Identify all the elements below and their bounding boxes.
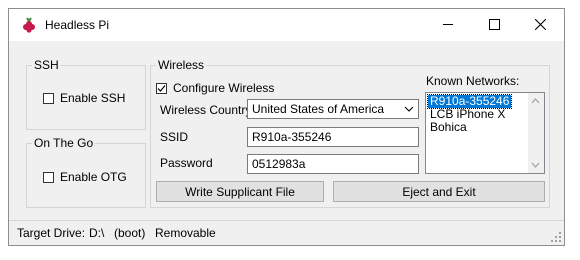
checkbox-box[interactable]	[43, 171, 54, 183]
eject-and-exit-button[interactable]: Eject and Exit	[333, 181, 545, 202]
raspberry-pi-icon	[23, 17, 35, 33]
checkmark-icon	[157, 84, 166, 92]
password-label: Password	[160, 156, 213, 170]
list-scrollbar[interactable]	[528, 93, 544, 173]
ssh-legend: SSH	[32, 58, 61, 72]
ssid-field[interactable]: R910a-355246	[247, 127, 419, 147]
configure-wireless-checkbox[interactable]: Configure Wireless	[156, 81, 274, 95]
enable-otg-checkbox[interactable]: Enable OTG	[43, 170, 127, 184]
target-drive-volume: (boot)	[114, 226, 146, 240]
wireless-country-label: Wireless Country	[160, 103, 252, 117]
wireless-group: Wireless Configure Wireless Wireless Cou…	[150, 58, 550, 208]
main-window: Headless Pi SSH Enable SSH On The Go Ena…	[8, 8, 565, 246]
wireless-country-value: United States of America	[252, 102, 385, 116]
known-networks-list[interactable]: R910a-355246 LCB iPhone X Bohica	[425, 92, 545, 174]
scroll-down-icon[interactable]	[531, 162, 540, 169]
known-networks-label: Known Networks:	[426, 74, 520, 88]
password-value: 0512983a	[252, 157, 306, 171]
write-supplicant-button[interactable]: Write Supplicant File	[156, 181, 324, 202]
target-drive-type: Removable	[155, 226, 216, 240]
target-drive-label: Target Drive:	[17, 226, 86, 240]
resize-grip-icon[interactable]	[551, 232, 561, 242]
status-bar: Target Drive: D:\ (boot) Removable	[9, 220, 564, 245]
minimize-icon	[443, 24, 453, 25]
close-icon	[534, 19, 546, 30]
title-bar: Headless Pi	[9, 9, 564, 41]
minimize-button[interactable]	[425, 9, 471, 40]
ssid-label: SSID	[160, 130, 189, 144]
window-title: Headless Pi	[45, 18, 110, 32]
ssh-group: SSH Enable SSH	[26, 58, 146, 130]
checkbox-box[interactable]	[156, 82, 167, 94]
configure-wireless-label: Configure Wireless	[173, 81, 275, 95]
checkbox-box[interactable]	[43, 92, 54, 104]
wireless-country-select[interactable]: United States of America	[247, 99, 419, 119]
maximize-button[interactable]	[471, 9, 517, 40]
otg-group: On The Go Enable OTG	[26, 136, 146, 208]
chevron-down-icon	[404, 106, 414, 112]
ssid-value: R910a-355246	[252, 130, 332, 144]
enable-ssh-checkbox[interactable]: Enable SSH	[43, 91, 125, 105]
known-network-item[interactable]: Bohica	[428, 121, 469, 134]
enable-otg-label: Enable OTG	[60, 170, 127, 184]
target-drive-letter: D:\	[89, 226, 105, 240]
scroll-up-icon[interactable]	[531, 97, 540, 104]
enable-ssh-label: Enable SSH	[60, 91, 126, 105]
password-field[interactable]: 0512983a	[247, 154, 419, 174]
wireless-legend: Wireless	[156, 58, 207, 72]
maximize-icon	[488, 19, 500, 30]
close-button[interactable]	[517, 9, 563, 40]
otg-legend: On The Go	[32, 136, 96, 150]
